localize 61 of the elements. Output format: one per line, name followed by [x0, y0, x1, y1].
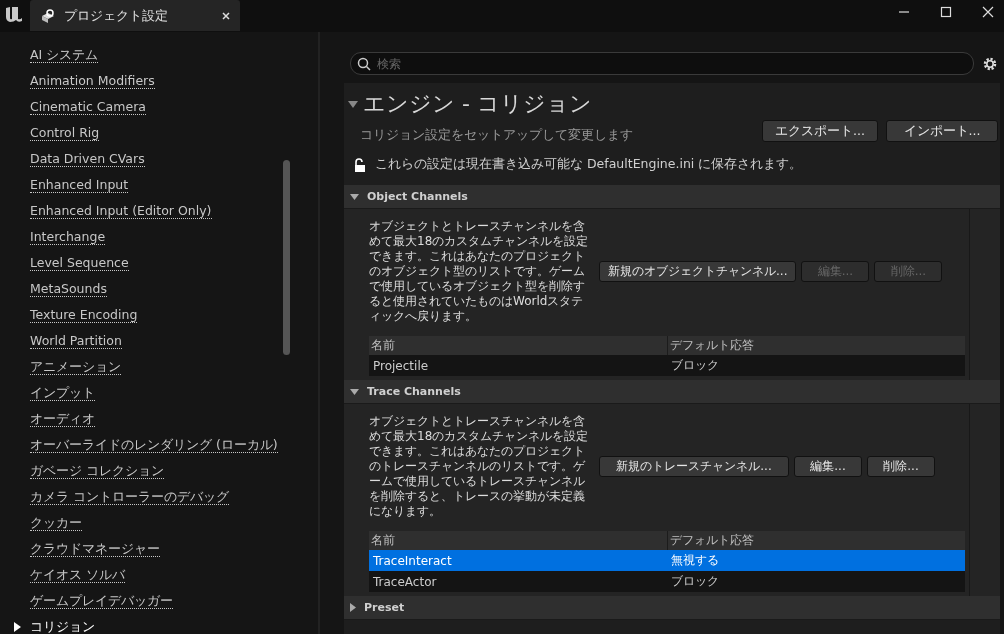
section-header[interactable]: Trace Channels: [344, 380, 1000, 404]
sidebar-link[interactable]: コリジョン: [30, 619, 95, 634]
section-description: オブジェクトとトレースチャンネルを含めて最大18のカスタムチャンネルを設定できます。これはあなたのプロジェクトのトレースチャンネルのリストです。ゲームで使用しているトレースチャンネルを削除すると、トレースの挙動が未定義になります。: [369, 414, 590, 519]
channel-button[interactable]: 削除...: [867, 456, 935, 477]
sidebar-link[interactable]: クッカー: [30, 515, 82, 531]
table-row[interactable]: TraceActor ブロック: [369, 571, 965, 592]
channel-button[interactable]: 新規のトレースチャンネル...: [599, 456, 789, 477]
sidebar-link[interactable]: Cinematic Camera: [30, 99, 146, 115]
sidebar-link[interactable]: クラウドマネージャー: [30, 541, 160, 557]
maximize-icon[interactable]: [940, 6, 952, 18]
sidebar-link[interactable]: カメラ コントローラーのデバッグ: [30, 489, 229, 505]
sidebar-link[interactable]: AI システム: [30, 47, 99, 63]
table-cell-text: TraceInteract: [372, 552, 453, 570]
table-cell-text: ブロック: [670, 573, 720, 590]
header-button[interactable]: エクスポート...: [762, 120, 878, 142]
sidebar-link[interactable]: オーディオ: [30, 411, 95, 427]
collapse-arrow-icon: [350, 193, 359, 200]
column-header: デフォルト応答: [668, 532, 755, 549]
close-icon[interactable]: [982, 6, 994, 18]
table-cell-text: TraceActor: [372, 573, 438, 591]
column-header: デフォルト応答: [668, 337, 755, 354]
page-subtitle: コリジョン設定をセットアップして変更します: [360, 127, 633, 144]
sidebar-link[interactable]: Enhanced Input: [30, 177, 129, 193]
expand-arrow-icon: [350, 603, 356, 612]
collapse-arrow-icon[interactable]: [348, 100, 358, 108]
page-title: エンジン - コリジョン: [363, 90, 592, 118]
sidebar-link[interactable]: アニメーション: [30, 359, 121, 375]
table-cell-text: 無視する: [670, 552, 720, 569]
section-header[interactable]: Preset: [344, 596, 1000, 620]
sidebar-link[interactable]: インプット: [30, 385, 95, 401]
table-row[interactable]: TraceInteract 無視する: [369, 550, 965, 571]
collapse-arrow-icon: [350, 388, 359, 395]
sidebar-link[interactable]: World Partition: [30, 333, 122, 349]
section-header[interactable]: Object Channels: [344, 185, 1000, 209]
sidebar-link[interactable]: ゲームプレイデバッガー: [30, 593, 173, 609]
section-description: オブジェクトとトレースチャンネルを含めて最大18のカスタムチャンネルを設定できます。これはあなたのプロジェクトのオブジェクト型のリストです。ゲームで使用しているオブジェクト型を削除すると使用されていたものはWorldスタティックへ戻ります。: [369, 219, 590, 324]
table-row[interactable]: Projectile ブロック: [369, 355, 965, 376]
channel-button[interactable]: 編集...: [794, 456, 862, 477]
sidebar-link[interactable]: Animation Modifiers: [30, 73, 155, 89]
sidebar-link[interactable]: ガベージ コレクション: [30, 463, 164, 479]
scrollbar-thumb[interactable]: [283, 160, 290, 355]
engine-logo-icon: [4, 4, 24, 24]
sidebar-link[interactable]: Control Rig: [30, 125, 100, 141]
table-cell-text: ブロック: [670, 357, 720, 374]
sidebar-link[interactable]: MetaSounds: [30, 281, 107, 297]
sidebar-link[interactable]: Data Driven CVars: [30, 151, 145, 167]
search-field[interactable]: 検索: [350, 52, 974, 75]
sidebar-link[interactable]: Texture Encoding: [30, 307, 138, 323]
sidebar-link[interactable]: Interchange: [30, 229, 106, 245]
project-settings-tab[interactable]: プロジェクト設定: [30, 0, 240, 31]
sidebar-link[interactable]: オーバーライドのレンダリング (ローカル): [30, 437, 278, 453]
tab-title: プロジェクト設定: [64, 6, 169, 25]
unlocked-lock-icon: [354, 157, 367, 172]
sidebar-link[interactable]: Enhanced Input (Editor Only): [30, 203, 212, 219]
close-icon[interactable]: [222, 11, 230, 20]
sidebar-link[interactable]: Level Sequence: [30, 255, 129, 271]
table-cell-text: Projectile: [372, 357, 430, 375]
sidebar-link[interactable]: ケイオス ソルバ: [30, 567, 125, 583]
channel-button[interactable]: 新規のオブジェクトチャンネル...: [599, 261, 797, 282]
notice-text: これらの設定は現在書き込み可能な DefaultEngine.ini に保存されます。: [375, 156, 803, 173]
header-button[interactable]: インポート...: [886, 120, 998, 142]
